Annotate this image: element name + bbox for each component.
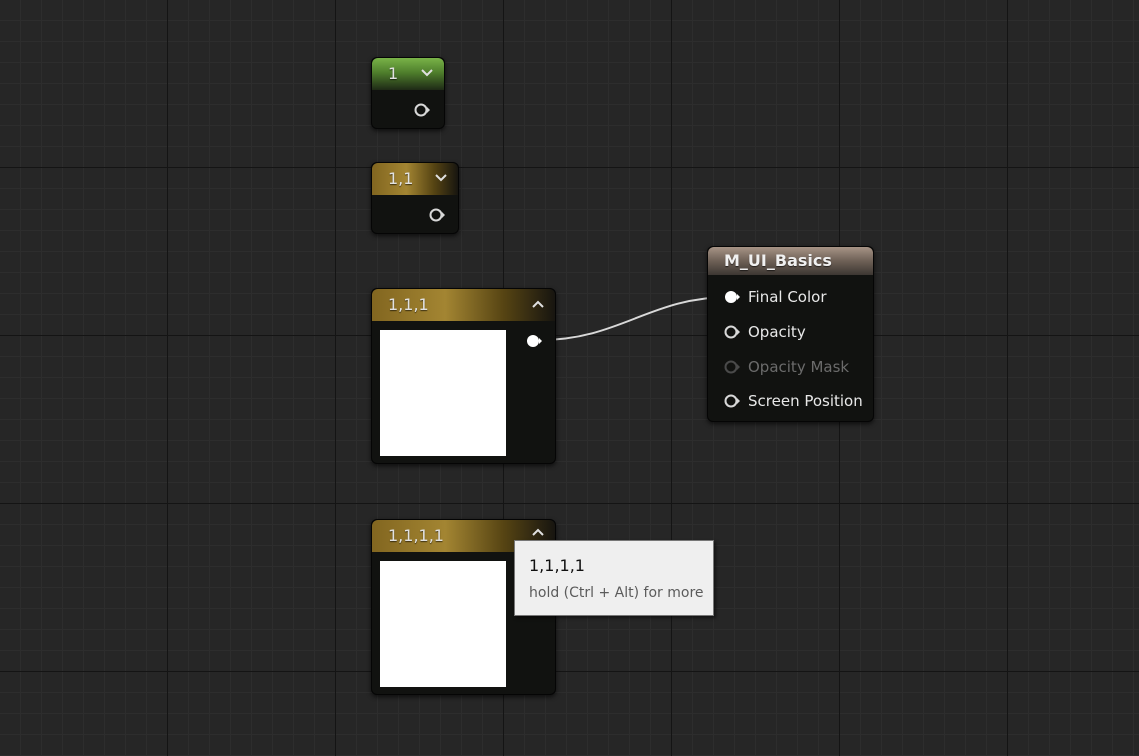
node-header[interactable]: 1 xyxy=(372,58,444,90)
chevron-up-icon[interactable] xyxy=(531,297,545,311)
constant-vector2-node[interactable]: 1,1 xyxy=(371,162,459,234)
chevron-down-icon[interactable] xyxy=(420,66,434,80)
node-header[interactable]: 1,1,1 xyxy=(372,289,555,321)
pin-label-screen-position: Screen Position xyxy=(748,392,863,410)
output-pin-icon[interactable] xyxy=(525,334,543,348)
material-graph-canvas[interactable]: 1 1,1 1,1,1 1,1,1,1 M_UI_Basics Final Co… xyxy=(0,0,1139,756)
connection-wire[interactable] xyxy=(0,0,1139,756)
chevron-down-icon[interactable] xyxy=(434,171,448,185)
tooltip: 1,1,1,1 hold (Ctrl + Alt) for more xyxy=(514,540,714,616)
tooltip-hint: hold (Ctrl + Alt) for more xyxy=(529,585,704,601)
node-title: M_UI_Basics xyxy=(724,251,832,270)
color-preview-swatch xyxy=(380,330,506,456)
node-header[interactable]: M_UI_Basics xyxy=(708,247,873,275)
output-pin-icon[interactable] xyxy=(428,208,446,222)
node-title: 1,1 xyxy=(388,169,414,188)
tooltip-title: 1,1,1,1 xyxy=(529,556,585,575)
constant-scalar-node[interactable]: 1 xyxy=(371,57,445,129)
node-title: 1,1,1 xyxy=(388,295,429,314)
material-result-node[interactable]: M_UI_Basics Final Color Opacity Opacity … xyxy=(707,246,874,422)
input-pin-final-color[interactable] xyxy=(723,290,741,304)
input-pin-opacity-mask xyxy=(723,360,741,374)
output-pin-icon[interactable] xyxy=(413,103,431,117)
node-title: 1,1,1,1 xyxy=(388,526,444,545)
pin-label-opacity-mask: Opacity Mask xyxy=(748,358,850,376)
constant-vector3-node[interactable]: 1,1,1 xyxy=(371,288,556,464)
input-pin-screen-position[interactable] xyxy=(723,394,741,408)
color-preview-swatch xyxy=(380,561,506,687)
input-pin-opacity[interactable] xyxy=(723,325,741,339)
node-header[interactable]: 1,1 xyxy=(372,163,458,195)
chevron-up-icon[interactable] xyxy=(531,525,545,539)
pin-label-final-color: Final Color xyxy=(748,288,827,306)
node-title: 1 xyxy=(388,64,399,83)
pin-label-opacity: Opacity xyxy=(748,323,806,341)
